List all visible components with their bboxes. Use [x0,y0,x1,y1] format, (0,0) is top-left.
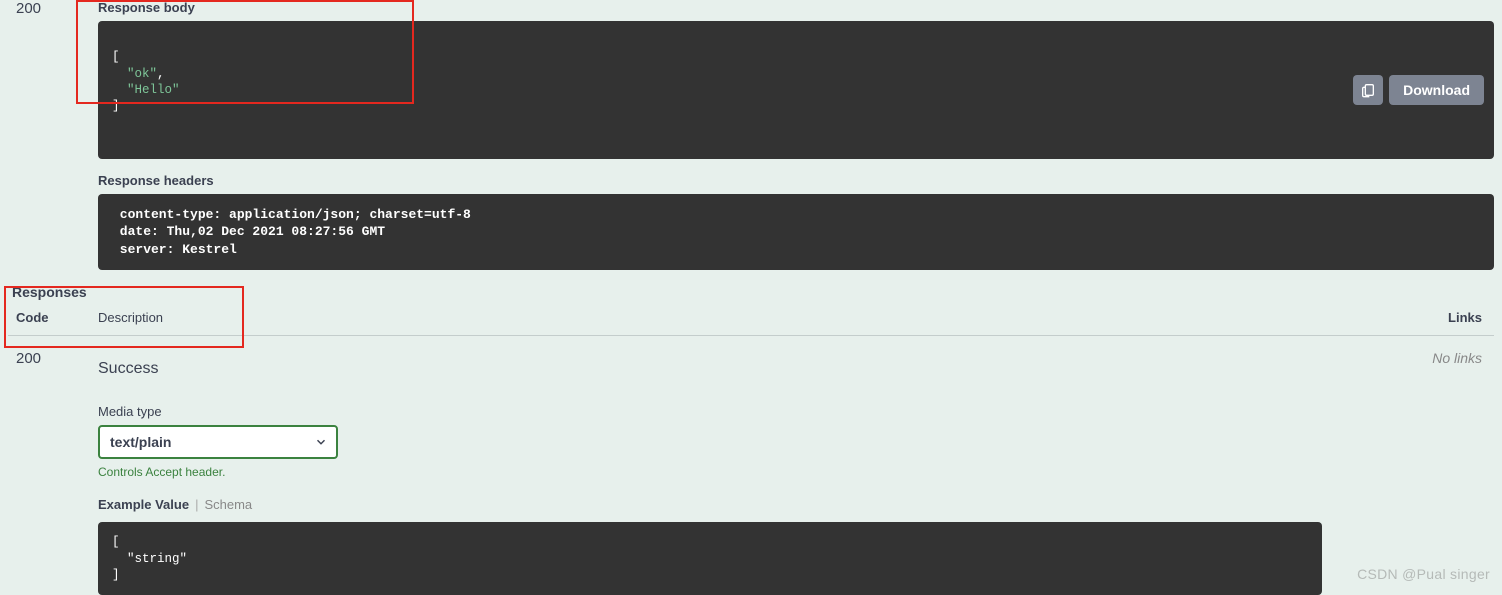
response-links: No links [1414,350,1494,595]
response-code: 200 [8,350,98,595]
copy-button[interactable] [1353,75,1383,105]
tab-separator: | [195,497,198,512]
responses-heading: Responses [8,270,1494,310]
col-code: Code [8,310,98,325]
clipboard-icon [1360,82,1376,98]
tab-schema[interactable]: Schema [204,497,252,512]
responses-table-header: Code Description Links [8,310,1494,336]
response-headers-block: content-type: application/json; charset=… [98,194,1494,271]
status-code: 200 [8,0,98,17]
example-value-block: [ "string" ] [98,522,1322,595]
col-description: Description [98,310,1434,325]
response-row: 200 Success Media type text/plain Contro… [8,336,1494,595]
media-type-label: Media type [98,404,1414,419]
col-links: Links [1434,310,1494,325]
response-description: Success [98,350,1414,378]
watermark: CSDN @Pual singer [1357,566,1490,582]
response-headers-label: Response headers [98,173,1494,188]
response-body-label: Response body [98,0,1494,15]
response-body-block: [ "ok", "Hello" ] Download [98,21,1494,159]
accept-header-hint: Controls Accept header. [98,465,1414,479]
tab-example-value[interactable]: Example Value [98,497,189,512]
model-tabs: Example Value | Schema [98,497,1414,512]
media-type-select[interactable]: text/plain [98,425,338,459]
download-button[interactable]: Download [1389,75,1484,105]
